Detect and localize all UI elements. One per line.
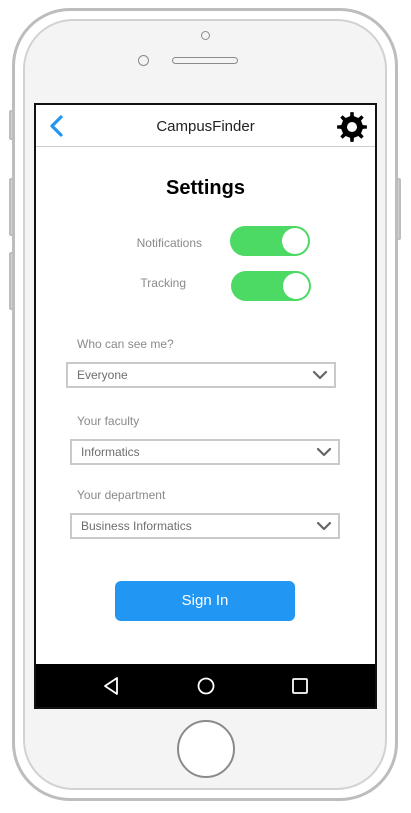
gear-icon: [337, 112, 367, 142]
toggle-knob: [282, 228, 308, 254]
nav-back-button[interactable]: [100, 674, 124, 698]
notifications-toggle[interactable]: [230, 226, 310, 256]
phone-home-button[interactable]: [177, 720, 235, 778]
phone-silent-switch: [9, 110, 14, 140]
page-title: Settings: [166, 177, 245, 199]
camera-icon: [201, 31, 210, 40]
square-recents-icon: [292, 678, 308, 694]
app-title: CampusFinder: [156, 118, 255, 135]
visibility-select[interactable]: Everyone: [66, 362, 336, 388]
nav-recents-button[interactable]: [288, 674, 312, 698]
faculty-select[interactable]: Informatics: [70, 439, 340, 465]
sign-in-button[interactable]: Sign In: [115, 581, 295, 621]
settings-button[interactable]: [334, 109, 370, 145]
toggle-knob: [283, 273, 309, 299]
visibility-value: Everyone: [77, 368, 128, 382]
app-header: CampusFinder: [36, 105, 375, 147]
tracking-label: Tracking: [140, 276, 186, 290]
chevron-down-icon: [316, 447, 332, 457]
app-screen: CampusFinder Settings Notifications Trac…: [34, 103, 377, 709]
department-value: Business Informatics: [81, 519, 192, 533]
speaker-grille: [172, 57, 238, 64]
android-nav-bar: [36, 664, 375, 707]
phone-volume-up-button: [9, 178, 14, 236]
chevron-down-icon: [312, 370, 328, 380]
chevron-down-icon: [316, 521, 332, 531]
visibility-label: Who can see me?: [77, 337, 174, 351]
faculty-value: Informatics: [81, 445, 140, 459]
department-label: Your department: [77, 488, 166, 502]
nav-home-button[interactable]: [194, 674, 218, 698]
circle-home-icon: [197, 677, 215, 695]
sensor-icon: [138, 55, 149, 66]
phone-volume-down-button: [9, 252, 14, 310]
triangle-back-icon: [104, 677, 118, 695]
faculty-label: Your faculty: [77, 414, 140, 428]
phone-power-button: [396, 178, 401, 240]
tracking-toggle[interactable]: [231, 271, 311, 301]
department-select[interactable]: Business Informatics: [70, 513, 340, 539]
notifications-label: Notifications: [136, 236, 202, 250]
